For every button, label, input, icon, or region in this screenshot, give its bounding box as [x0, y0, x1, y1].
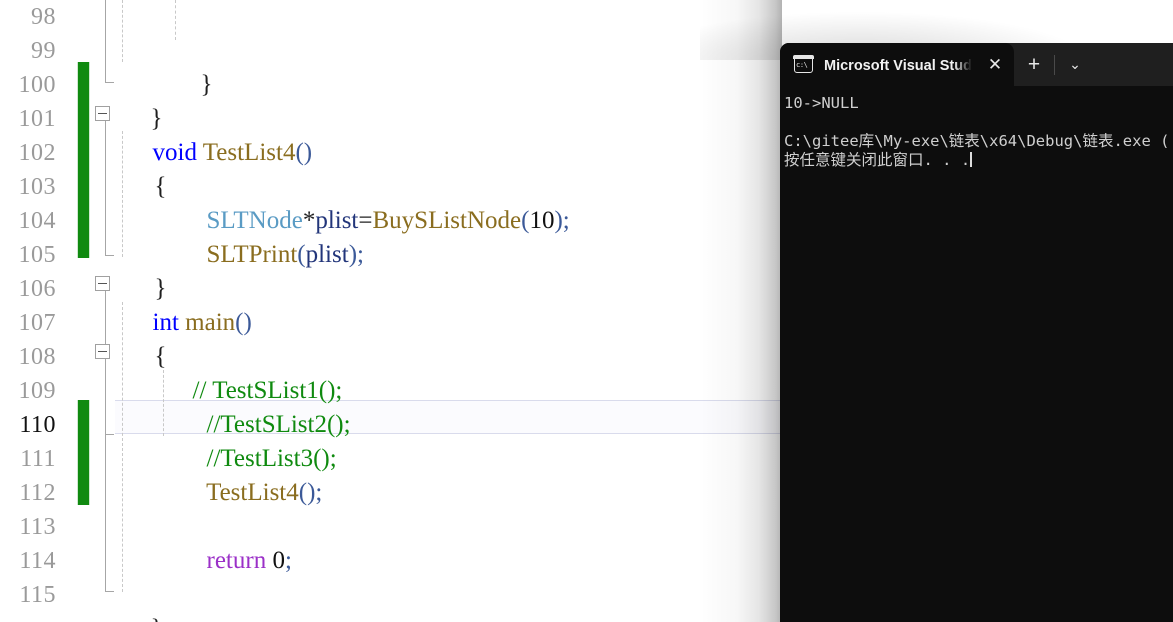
line-number-current: 110 — [19, 412, 56, 438]
code-line-115[interactable]: } — [113, 578, 163, 622]
code-token-semicolon: ; — [315, 479, 323, 506]
line-number: 115 — [19, 582, 56, 608]
code-token-function: main — [185, 309, 236, 336]
fold-toggle-main[interactable] — [95, 276, 110, 291]
code-token-variable: plist — [305, 241, 349, 268]
code-line-102[interactable]: { — [117, 136, 167, 200]
code-token-punct: () — [235, 309, 252, 336]
line-number: 101 — [18, 106, 56, 132]
code-line-101[interactable]: void TestList4() — [115, 102, 313, 166]
line-number: 109 — [18, 378, 56, 404]
line-number: 99 — [31, 38, 56, 64]
console-output-line: C:\gitee库\My-exe\链表\x64\Debug\链表.exe ( — [784, 132, 1170, 150]
code-token-function: TestList4 — [202, 139, 296, 166]
code-token-number: 10 — [529, 207, 555, 234]
code-token-punct: ) — [554, 207, 563, 234]
line-number: 105 — [18, 242, 56, 268]
console-output-line: 10->NULL — [784, 94, 859, 112]
code-line-107[interactable]: { — [117, 306, 167, 370]
new-tab-icon[interactable]: + — [1014, 43, 1054, 86]
code-line-103[interactable]: SLTNode*plist=BuySListNode(10); — [169, 170, 570, 234]
console-output-blank-line — [784, 113, 1173, 132]
code-token: { — [154, 173, 167, 200]
terminal-icon — [793, 55, 814, 73]
line-number: 111 — [20, 446, 56, 472]
console-tab-title: Microsoft Visual Studio 调试控制台 — [824, 58, 972, 74]
line-number: 114 — [19, 548, 56, 574]
line-number: 113 — [19, 514, 56, 540]
code-line-108[interactable]: // TestSList1(); — [155, 340, 343, 404]
code-line-104[interactable]: SLTPrint(plist); — [169, 204, 364, 268]
line-number: 107 — [18, 310, 56, 336]
fold-toggle-testlist4[interactable] — [95, 106, 110, 121]
scope-line-foot — [105, 255, 114, 256]
change-bar-main-body — [77, 400, 90, 505]
code-token-punct: () — [295, 139, 313, 166]
line-number: 98 — [31, 4, 56, 30]
code-token-function: BuySListNode — [372, 207, 522, 234]
code-token-number: 0 — [272, 547, 285, 574]
scope-line — [105, 121, 106, 255]
line-number: 102 — [18, 140, 56, 166]
code-line-100[interactable]: } — [113, 68, 163, 132]
chevron-down-icon[interactable]: ⌄ — [1055, 43, 1095, 86]
code-token: } — [200, 71, 213, 98]
change-bar-testlist4 — [77, 62, 90, 258]
console-title-bar[interactable]: Microsoft Visual Studio 调试控制台 ✕ + ⌄ — [780, 43, 1173, 86]
console-output-line-prompt: 按任意键关闭此窗口. . . — [784, 151, 1173, 170]
code-token: } — [151, 615, 163, 622]
line-number: 103 — [18, 174, 56, 200]
line-number: 104 — [18, 208, 56, 234]
code-token-control: return — [206, 547, 267, 574]
close-icon[interactable]: ✕ — [984, 54, 1006, 76]
code-token-punct: ( — [298, 479, 308, 506]
code-line-99[interactable]: } — [163, 34, 213, 98]
code-token-semicolon: ; — [357, 241, 364, 268]
line-number-gutter: 98 99 100 101 102 103 104 105 106 107 10… — [0, 0, 62, 622]
code-line-113[interactable]: return 0; — [169, 510, 292, 574]
code-token-punct: ( — [297, 241, 306, 268]
line-number: 100 — [18, 72, 56, 98]
code-token-function: SLTPrint — [206, 241, 298, 268]
code-line-111[interactable]: TestList4(); — [169, 442, 322, 506]
code-token-punct: ) — [348, 241, 358, 268]
console-output-area[interactable]: 10->NULL C:\gitee库\My-exe\链表\x64\Debug\链… — [780, 86, 1173, 170]
text-cursor — [970, 152, 972, 167]
line-number: 108 — [18, 344, 56, 370]
scope-line-foot — [105, 434, 114, 435]
scope-line — [105, 0, 106, 82]
console-prompt-text: 按任意键关闭此窗口. . . — [784, 151, 971, 169]
screen-root: 98 99 100 101 102 103 104 105 106 107 10… — [0, 0, 1173, 622]
line-number: 112 — [19, 480, 56, 506]
code-line-105[interactable]: } — [117, 238, 167, 302]
indent-guide — [122, 0, 123, 62]
debug-console-window[interactable]: Microsoft Visual Studio 调试控制台 ✕ + ⌄ 10->… — [780, 43, 1173, 622]
code-token-semicolon: ; — [284, 547, 292, 574]
fold-toggle-inner[interactable] — [95, 344, 110, 359]
code-line-106[interactable]: int main() — [115, 272, 252, 336]
line-number: 106 — [18, 276, 56, 302]
code-token-semicolon: ; — [562, 207, 570, 234]
scope-line — [105, 291, 106, 591]
code-line-110[interactable]: //TestList3(); — [169, 408, 337, 472]
code-token-function: TestList4 — [206, 479, 299, 506]
console-tab[interactable]: Microsoft Visual Studio 调试控制台 ✕ — [780, 43, 1014, 86]
code-line-109[interactable]: //TestSList2(); — [169, 374, 351, 438]
